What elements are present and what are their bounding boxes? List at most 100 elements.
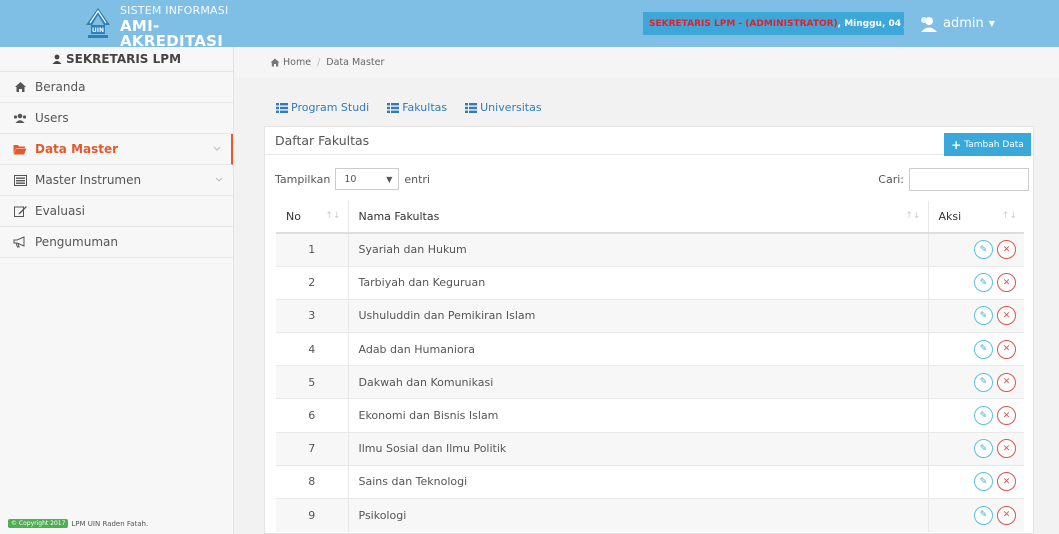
users-icon: [13, 111, 27, 125]
pencil-icon: ✎: [979, 410, 988, 421]
edit-button[interactable]: ✎: [974, 472, 993, 492]
column-header-nama-fakultas[interactable]: Nama Fakultas ↑↓: [348, 201, 929, 234]
caret-down-icon: ▼: [386, 174, 393, 184]
sidebar-item-evaluasi[interactable]: Evaluasi: [0, 196, 233, 227]
edit-button[interactable]: ✎: [974, 372, 993, 392]
svg-text:UIN: UIN: [92, 27, 104, 34]
chevron-down-icon: [213, 146, 221, 151]
plus-icon: +: [951, 137, 962, 152]
table-row: 6 Ekonomi dan Bisnis Islam ✎ ✕: [276, 398, 1024, 433]
brand-subtitle: SISTEM INFORMASI: [120, 4, 229, 17]
row-actions: ✎ ✕: [928, 265, 1024, 300]
show-label: Tampilkan: [275, 172, 331, 186]
delete-button[interactable]: ✕: [997, 306, 1016, 326]
row-number: 1: [276, 232, 349, 267]
row-number: 2: [276, 265, 349, 300]
sidebar-item-users[interactable]: Users: [0, 103, 233, 134]
edit-button[interactable]: ✎: [974, 273, 993, 293]
pencil-icon: ✎: [979, 244, 988, 255]
current-datetime: , Minggu, 04 Juni 2017 ◷ 14:09:40: [837, 18, 904, 29]
copyright: © Copyright 2017 LPM UIN Raden Fatah.: [8, 519, 148, 528]
brand[interactable]: UIN SISTEM INFORMASI AMI-AKREDITASI: [0, 0, 234, 50]
breadcrumb-home-link[interactable]: Home: [283, 57, 311, 68]
panel-title: Daftar Fakultas: [265, 127, 1033, 155]
delete-button[interactable]: ✕: [997, 439, 1016, 459]
close-icon: ✕: [1002, 344, 1011, 355]
row-number: 3: [276, 298, 349, 333]
row-actions: ✎ ✕: [928, 398, 1024, 433]
faculty-name: Ilmu Sosial dan Ilmu Politik: [348, 431, 929, 466]
delete-button[interactable]: ✕: [997, 406, 1016, 426]
main-content: Home / Data Master Program Studi Fakulta…: [235, 47, 1059, 534]
edit-button[interactable]: ✎: [974, 339, 993, 359]
row-actions: ✎ ✕: [928, 431, 1024, 466]
list-icon: [387, 102, 400, 113]
delete-button[interactable]: ✕: [997, 472, 1016, 492]
edit-button[interactable]: ✎: [974, 240, 993, 260]
sidebar-item-label: Master Instrumen: [35, 173, 142, 187]
list-icon: [465, 102, 478, 113]
close-icon: ✕: [1002, 443, 1011, 454]
add-data-button[interactable]: + Tambah Data: [944, 133, 1031, 156]
sort-icon: ↑↓: [1001, 211, 1017, 221]
delete-button[interactable]: ✕: [997, 505, 1016, 525]
user-menu-dropdown[interactable]: admin ▼: [918, 6, 995, 41]
table-row: 9 Psikologi ✎ ✕: [276, 497, 1024, 532]
tab-universitas[interactable]: Universitas: [465, 101, 542, 114]
delete-button[interactable]: ✕: [997, 372, 1016, 392]
sidebar-item-data-master[interactable]: Data Master: [0, 134, 233, 165]
sidebar-item-label: Data Master: [35, 142, 119, 156]
copyright-badge: © Copyright 2017: [8, 519, 69, 528]
page-length-select[interactable]: 10 ▼: [335, 168, 400, 190]
row-actions: ✎ ✕: [928, 497, 1024, 532]
edit-button[interactable]: ✎: [974, 505, 993, 525]
column-header-aksi[interactable]: Aksi ↑↓: [928, 201, 1024, 234]
sort-icon: ↑↓: [325, 211, 341, 221]
row-actions: ✎ ✕: [928, 298, 1024, 333]
edit-button[interactable]: ✎: [974, 306, 993, 326]
column-header-no[interactable]: No ↑↓: [276, 201, 349, 234]
row-number: 8: [276, 464, 349, 499]
brand-title: AMI-AKREDITASI: [120, 17, 224, 50]
user-icon: [52, 54, 62, 64]
sidebar-item-master-instrumen[interactable]: Master Instrumen: [0, 165, 233, 196]
sidebar-item-beranda[interactable]: Beranda: [0, 72, 233, 103]
delete-button[interactable]: ✕: [997, 273, 1016, 293]
breadcrumb-current: Data Master: [326, 56, 385, 68]
sort-icon: ↑↓: [905, 211, 921, 221]
table-row: 7 Ilmu Sosial dan Ilmu Politik ✎ ✕: [276, 431, 1024, 466]
megaphone-icon: [13, 235, 27, 249]
table-controls: Tampilkan 10 ▼ entri Cari:: [265, 167, 1035, 191]
breadcrumb: Home / Data Master: [235, 47, 1059, 77]
edit-button[interactable]: ✎: [974, 439, 993, 459]
faculty-name: Ekonomi dan Bisnis Islam: [348, 398, 929, 433]
row-number: 4: [276, 332, 349, 366]
caret-down-icon: ▼: [988, 19, 995, 28]
sidebar-item-label: Pengumuman: [35, 235, 118, 249]
close-icon: ✕: [1002, 476, 1011, 487]
close-icon: ✕: [1002, 277, 1011, 288]
pencil-icon: ✎: [979, 476, 988, 487]
logo-icon: UIN: [86, 8, 110, 38]
session-status: SEKRETARIS LPM - (ADMINISTRATOR) , Mingg…: [643, 12, 904, 35]
row-number: 5: [276, 365, 349, 399]
delete-button[interactable]: ✕: [997, 240, 1016, 260]
close-icon: ✕: [1002, 310, 1011, 321]
close-icon: ✕: [1002, 377, 1011, 388]
edit-button[interactable]: ✎: [974, 406, 993, 426]
delete-button[interactable]: ✕: [997, 339, 1016, 359]
faculty-name: Psikologi: [348, 497, 929, 532]
avatar-icon: [921, 16, 937, 32]
sidebar-item-label: Users: [35, 111, 69, 125]
fakultas-panel: Daftar Fakultas + Tambah Data Tampilkan …: [264, 126, 1034, 534]
tab-fakultas[interactable]: Fakultas: [387, 101, 447, 114]
table-row: 4 Adab dan Humaniora ✎ ✕: [276, 332, 1024, 366]
pencil-icon: ✎: [979, 310, 988, 321]
search-input[interactable]: [909, 167, 1029, 191]
row-actions: ✎ ✕: [928, 365, 1024, 399]
sidebar-item-pengumuman[interactable]: Pengumuman: [0, 227, 233, 258]
pencil-icon: ✎: [979, 377, 988, 388]
pencil-icon: ✎: [979, 443, 988, 454]
row-number: 6: [276, 398, 349, 433]
tab-program-studi[interactable]: Program Studi: [276, 101, 369, 114]
